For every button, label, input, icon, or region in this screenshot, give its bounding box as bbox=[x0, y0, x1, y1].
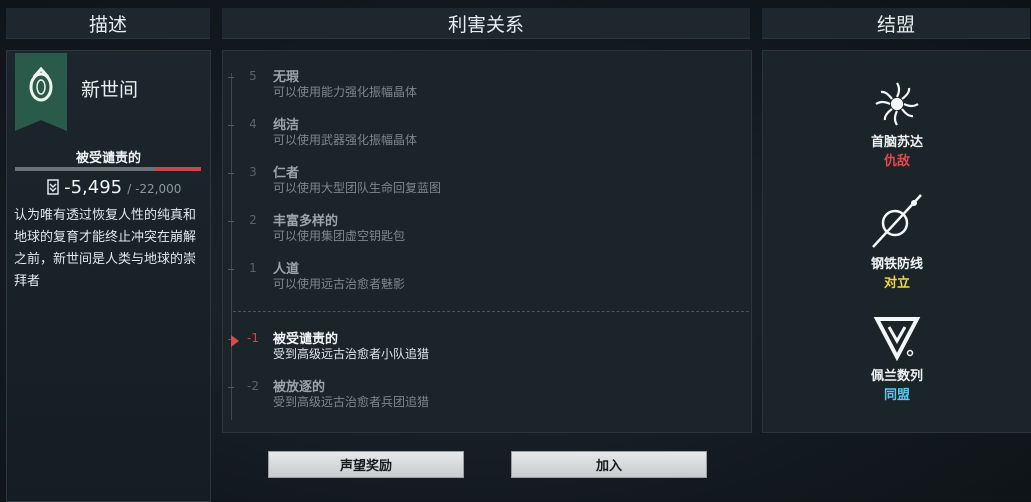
tier-tick bbox=[228, 125, 234, 126]
join-button[interactable]: 加入 bbox=[511, 451, 707, 478]
faction-banner bbox=[15, 53, 67, 131]
alliance-status: 同盟 bbox=[883, 388, 910, 403]
tier-number: 5 bbox=[249, 69, 257, 83]
reputation-status: 被受谴责的 bbox=[75, 151, 141, 166]
description-header: 描述 bbox=[6, 8, 210, 39]
alliance-name: 首脑苏达 bbox=[870, 135, 923, 150]
alliance-name: 佩兰数列 bbox=[870, 369, 923, 384]
faction-description: 认为唯有透过恢复人性的纯真和地球的复育才能终止冲突在崩解之前，新世间是人类与地球… bbox=[14, 208, 197, 289]
tier-row: 1 人道 可以使用远古治愈者魅影 bbox=[223, 261, 743, 301]
tier-number: 2 bbox=[249, 213, 257, 227]
tier-requirement: 受到高级远古治愈者兵团追猎 bbox=[273, 395, 430, 409]
tier-tick bbox=[228, 221, 234, 222]
alliance-item: 钢铁防线 对立 bbox=[763, 191, 1031, 291]
tier-tick bbox=[228, 387, 234, 388]
tier-tick bbox=[228, 173, 234, 174]
tier-requirement: 可以使用远古治愈者魅影 bbox=[273, 277, 406, 291]
tier-number: -1 bbox=[247, 331, 259, 345]
reputation-bar-fill bbox=[154, 167, 201, 171]
relations-header: 利害关系 bbox=[222, 8, 750, 39]
alliance-item: 首脑苏达 仇敌 bbox=[763, 79, 1031, 169]
tier-requirement: 可以使用能力强化振幅晶体 bbox=[273, 85, 418, 99]
alliance-status: 仇敌 bbox=[883, 154, 910, 169]
faction-description-panel: 新世间 被受谴责的 -5,495 / -22,000 认为唯有透过恢复人性的纯真… bbox=[6, 50, 211, 502]
tier-tick bbox=[228, 77, 234, 78]
triangle-emblem-icon bbox=[872, 313, 922, 363]
tier-tick bbox=[228, 269, 234, 270]
reputation-bar bbox=[15, 167, 201, 171]
neutral-divider bbox=[233, 311, 749, 312]
alliance-item: 佩兰数列 同盟 bbox=[763, 313, 1031, 403]
ring-emblem-icon bbox=[26, 65, 56, 131]
tier-number: -2 bbox=[247, 379, 259, 393]
circle-slash-icon bbox=[867, 191, 927, 251]
standing-tiers-panel: 5 无瑕 可以使用能力强化振幅晶体 4 纯洁 可以使用武器强化振幅晶体 3 仁者 可以使用大型团… bbox=[222, 50, 752, 433]
alliance-header: 结盟 bbox=[762, 8, 1030, 39]
alliance-status: 对立 bbox=[883, 276, 910, 291]
tier-requirement: 可以使用集团虚空钥匙包 bbox=[273, 229, 406, 243]
standing-icon bbox=[47, 178, 64, 197]
tier-requirement: 可以使用大型团队生命回复蓝图 bbox=[273, 181, 442, 195]
tier-row: -1 被受谴责的 受到高级远古治愈者小队追猎 bbox=[223, 331, 743, 371]
tier-row: 5 无瑕 可以使用能力强化振幅晶体 bbox=[223, 69, 743, 109]
reputation-line: -5,495 / -22,000 bbox=[47, 177, 181, 198]
tier-number: 4 bbox=[249, 117, 257, 131]
tier-row: 3 仁者 可以使用大型团队生命回复蓝图 bbox=[223, 165, 743, 205]
tier-requirement: 可以使用武器强化振幅晶体 bbox=[273, 133, 418, 147]
faction-name: 新世间 bbox=[81, 79, 139, 101]
tier-row: -2 被放逐的 受到高级远古治愈者兵团追猎 bbox=[223, 379, 743, 419]
sunburst-icon bbox=[872, 79, 922, 129]
reputation-max: / -22,000 bbox=[127, 182, 182, 196]
alliance-panel: 首脑苏达 仇敌 钢铁防线 对立 佩兰数列 同盟 bbox=[762, 50, 1031, 433]
reputation-value: -5,495 bbox=[64, 177, 123, 198]
tier-number: 1 bbox=[249, 261, 257, 275]
tier-row: 4 纯洁 可以使用武器强化振幅晶体 bbox=[223, 117, 743, 157]
reputation-rewards-button[interactable]: 声望奖励 bbox=[268, 451, 464, 478]
tier-requirement: 受到高级远古治愈者小队追猎 bbox=[273, 347, 430, 361]
current-tier-marker bbox=[231, 335, 239, 347]
tier-number: 3 bbox=[249, 165, 257, 179]
alliance-name: 钢铁防线 bbox=[870, 257, 923, 272]
tier-row: 2 丰富多样的 可以使用集团虚空钥匙包 bbox=[223, 213, 743, 253]
